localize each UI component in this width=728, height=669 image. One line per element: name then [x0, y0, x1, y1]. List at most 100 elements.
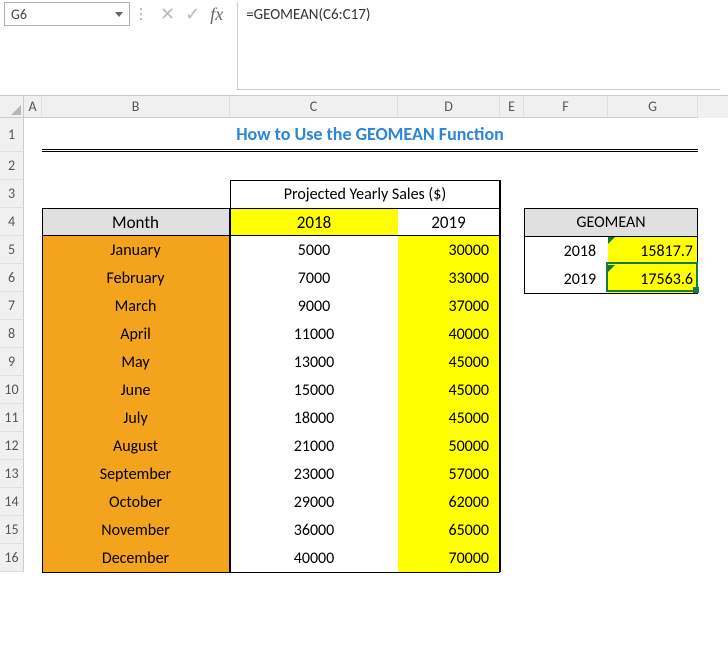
table-row: October2900062000	[42, 488, 500, 516]
row-headers: 1 2 3 4 5 6 7 8 9 10 11 12 13 14 15 16	[0, 96, 24, 572]
row-header[interactable]: 2	[0, 152, 24, 180]
grid[interactable]: How to Use the GEOMEAN Function Projecte…	[24, 118, 728, 152]
page-title: How to Use the GEOMEAN Function	[42, 118, 698, 152]
row-header[interactable]: 3	[0, 180, 24, 208]
row-header[interactable]: 13	[0, 460, 24, 488]
month-cell[interactable]: September	[42, 460, 230, 488]
row-header[interactable]: 12	[0, 432, 24, 460]
value-2019[interactable]: 57000	[398, 460, 500, 488]
geomean-row: 2018 15817.7	[525, 237, 697, 265]
header-month: Month	[42, 209, 230, 235]
value-2019[interactable]: 45000	[398, 376, 500, 404]
formula-input[interactable]: =GEOMEAN(C6:C17)	[237, 2, 720, 90]
value-2018[interactable]: 7000	[230, 264, 398, 292]
month-cell[interactable]: March	[42, 292, 230, 320]
col-header[interactable]: D	[398, 96, 500, 118]
value-2018[interactable]: 15000	[230, 376, 398, 404]
month-cell[interactable]: October	[42, 488, 230, 516]
border-line	[230, 180, 231, 572]
value-2018[interactable]: 40000	[230, 544, 398, 572]
value-2018[interactable]: 11000	[230, 320, 398, 348]
table-row: May1300045000	[42, 348, 500, 376]
value-2018[interactable]: 21000	[230, 432, 398, 460]
value-2019[interactable]: 62000	[398, 488, 500, 516]
value-2019[interactable]: 40000	[398, 320, 500, 348]
value-2018[interactable]: 23000	[230, 460, 398, 488]
month-cell[interactable]: December	[42, 544, 230, 572]
value-2019[interactable]: 30000	[398, 236, 500, 264]
value-2018[interactable]: 5000	[230, 236, 398, 264]
table-row: January500030000	[42, 236, 500, 264]
enter-icon[interactable]: ✓	[185, 5, 200, 23]
table-row: April1100040000	[42, 320, 500, 348]
row-header[interactable]: 7	[0, 292, 24, 320]
grid-area: A B C D E F G How to Use the GEOMEAN Fun…	[24, 96, 728, 572]
row-header[interactable]: 11	[0, 404, 24, 432]
col-header[interactable]: F	[524, 96, 608, 118]
month-cell[interactable]: February	[42, 264, 230, 292]
geomean-value[interactable]: 17563.6	[608, 265, 697, 293]
col-header[interactable]: B	[42, 96, 230, 118]
value-2019[interactable]: 45000	[398, 348, 500, 376]
value-2019[interactable]: 45000	[398, 404, 500, 432]
row-header[interactable]: 4	[0, 208, 24, 236]
col-header[interactable]: E	[500, 96, 524, 118]
geomean-year[interactable]: 2018	[525, 237, 608, 265]
value-2019[interactable]: 33000	[398, 264, 500, 292]
table-row: June1500045000	[42, 376, 500, 404]
formula-controls: ✕ ✓ fx	[152, 2, 231, 26]
value-2019[interactable]: 65000	[398, 516, 500, 544]
name-box-value: G6	[11, 6, 27, 23]
projected-sales-header: Projected Yearly Sales ($)	[230, 180, 500, 208]
value-2018[interactable]: 29000	[230, 488, 398, 516]
header-2018: 2018	[230, 209, 398, 235]
value-2019[interactable]: 37000	[398, 292, 500, 320]
table-row: August2100050000	[42, 432, 500, 460]
value-2018[interactable]: 13000	[230, 348, 398, 376]
value-2019[interactable]: 50000	[398, 432, 500, 460]
table-row: July1800045000	[42, 404, 500, 432]
row-header[interactable]: 5	[0, 236, 24, 264]
formula-bar: G6 ✕ ✓ fx =GEOMEAN(C6:C17)	[0, 0, 728, 96]
separator-icon	[136, 2, 146, 20]
col-header[interactable]: A	[24, 96, 42, 118]
row-header[interactable]: 16	[0, 544, 24, 572]
geomean-value[interactable]: 15817.7	[608, 237, 697, 265]
name-box[interactable]: G6	[4, 2, 130, 26]
row-header[interactable]: 9	[0, 348, 24, 376]
month-cell[interactable]: April	[42, 320, 230, 348]
fx-icon[interactable]: fx	[210, 4, 223, 25]
row-header[interactable]: 8	[0, 320, 24, 348]
month-cell[interactable]: June	[42, 376, 230, 404]
geomean-box: GEOMEAN 2018 15817.7 2019 17563.6	[524, 208, 698, 294]
row-header[interactable]: 15	[0, 516, 24, 544]
cancel-icon[interactable]: ✕	[160, 5, 175, 23]
table-row: March900037000	[42, 292, 500, 320]
border-line	[42, 572, 500, 573]
value-2019[interactable]: 70000	[398, 544, 500, 572]
geomean-year[interactable]: 2019	[525, 265, 608, 293]
table-row: November3600065000	[42, 516, 500, 544]
col-header[interactable]: G	[608, 96, 698, 118]
geomean-row: 2019 17563.6	[525, 265, 697, 293]
chevron-down-icon[interactable]	[115, 12, 123, 17]
month-cell[interactable]: July	[42, 404, 230, 432]
month-cell[interactable]: November	[42, 516, 230, 544]
row-header[interactable]: 10	[0, 376, 24, 404]
select-all-corner[interactable]	[0, 96, 24, 118]
column-headers: A B C D E F G	[24, 96, 728, 118]
month-cell[interactable]: May	[42, 348, 230, 376]
value-2018[interactable]: 18000	[230, 404, 398, 432]
value-2018[interactable]: 36000	[230, 516, 398, 544]
row-header[interactable]: 6	[0, 264, 24, 292]
data-body: January500030000 February700033000 March…	[42, 236, 500, 572]
month-cell[interactable]: August	[42, 432, 230, 460]
table-row: December4000070000	[42, 544, 500, 572]
row-header[interactable]: 1	[0, 118, 24, 152]
col-header[interactable]: C	[230, 96, 398, 118]
border-line	[500, 180, 501, 572]
month-cell[interactable]: January	[42, 236, 230, 264]
value-2018[interactable]: 9000	[230, 292, 398, 320]
header-2019: 2019	[398, 209, 500, 235]
row-header[interactable]: 14	[0, 488, 24, 516]
